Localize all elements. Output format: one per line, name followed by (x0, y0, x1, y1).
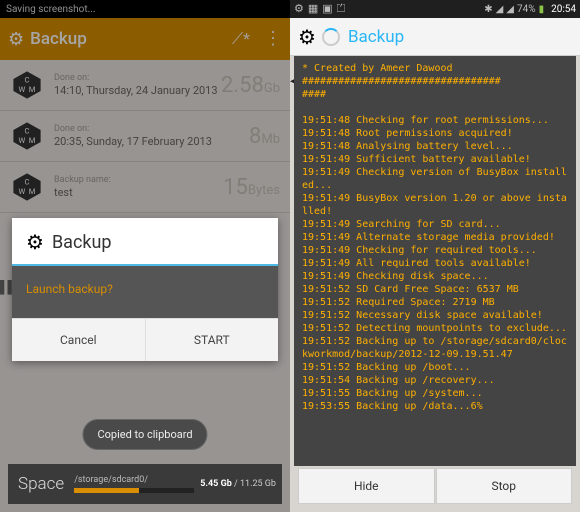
cancel-button[interactable]: Cancel (12, 318, 146, 361)
clock: 20:54 (551, 4, 576, 15)
gear-icon: ⚙ (298, 25, 316, 49)
toast: Copied to clipboard (82, 419, 207, 450)
start-button[interactable]: START (146, 318, 279, 361)
battery-text: 74% (517, 4, 536, 15)
log-output: * Created by Ameer Dawood ##############… (302, 62, 568, 413)
stop-button[interactable]: Stop (436, 468, 573, 504)
terminal: * Created by Ameer Dawood ##############… (294, 56, 576, 466)
space-label: Space (8, 474, 74, 494)
header-right: ⚙ Backup (290, 18, 580, 56)
vibrate-icon: ✱ (484, 4, 492, 15)
space-path: /storage/sdcard0/ (74, 475, 194, 485)
hide-button[interactable]: Hide (298, 468, 435, 504)
page-title: Backup (348, 27, 404, 47)
sd-icon: ⏍ (337, 2, 345, 16)
backup-dialog: ⚙ Backup Launch backup? Cancel START (12, 218, 278, 361)
gear-icon: ⚙ (26, 230, 44, 254)
progress-bar (74, 488, 194, 493)
signal-icon: ◢ (506, 4, 514, 15)
battery-icon: ▮ (539, 4, 545, 15)
settings-icon: ⚙ (294, 2, 304, 16)
wifi-icon: ◢ (496, 4, 504, 15)
dialog-title: Backup (52, 232, 112, 253)
gallery-icon: ▦ (308, 2, 318, 16)
space-numbers: 5.45 Gb / 11.25 Gb (194, 479, 282, 489)
spinner-icon (322, 28, 340, 46)
app-icon: ▣ (322, 2, 332, 16)
status-bar-right: ⚙ ▦ ▣ ⏍ ✱ ◢ ◢ 74% ▮ 20:54 (290, 0, 580, 18)
space-bar: Space /storage/sdcard0/ 5.45 Gb / 11.25 … (8, 464, 282, 504)
dialog-body: Launch backup? (12, 266, 278, 318)
